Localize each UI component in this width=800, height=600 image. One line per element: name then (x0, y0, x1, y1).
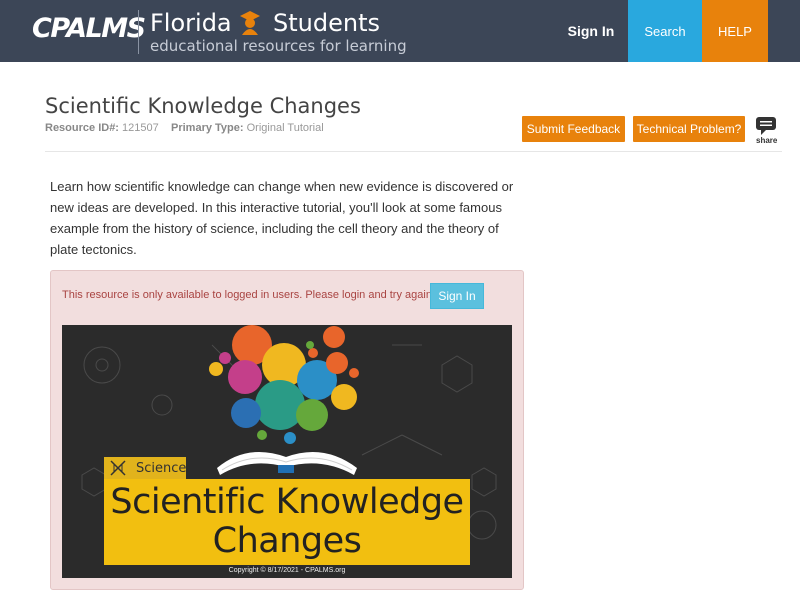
title-divider (45, 151, 782, 152)
nav-signin-link[interactable]: Sign In (555, 0, 627, 62)
tutorial-banner-image: Science Scientific Knowledge Changes Cop… (62, 325, 512, 578)
science-tag-label: Science (136, 460, 187, 476)
banner-title-line1: Scientific Knowledge (110, 482, 464, 522)
resource-id-value: 121507 (122, 122, 159, 134)
panel-signin-button[interactable]: Sign In (430, 283, 484, 309)
banner-title-box: Scientific Knowledge Changes (104, 479, 470, 565)
science-tag: Science (104, 457, 186, 479)
nav-help-button[interactable]: HELP (702, 0, 768, 62)
resource-description: Learn how scientific knowledge can chang… (50, 179, 514, 257)
primary-type-value: Original Tutorial (246, 122, 324, 134)
resource-id-label: Resource ID#: (45, 122, 119, 134)
resource-meta: Resource ID#: 121507 Primary Type: Origi… (45, 122, 324, 134)
brand-subtitle: educational resources for learning (150, 37, 407, 55)
technical-problem-button[interactable]: Technical Problem? (633, 116, 745, 142)
header-divider (138, 10, 139, 54)
banner-copyright: Copyright © 8/17/2021 - CPALMS.org (228, 567, 346, 574)
cpalms-logo[interactable]: CPALMS (32, 13, 146, 44)
graduate-icon (240, 11, 260, 35)
primary-type-label: Primary Type: (171, 122, 244, 134)
login-required-message: This resource is only available to logge… (62, 289, 435, 301)
page-title: Scientific Knowledge Changes (45, 94, 361, 118)
brand-state: Florida (150, 9, 232, 37)
submit-feedback-button[interactable]: Submit Feedback (522, 116, 625, 142)
nav-search-button[interactable]: Search (628, 0, 702, 62)
banner-title-line2: Changes (212, 521, 362, 561)
brand-audience: Students (273, 9, 380, 37)
dna-icon (110, 460, 126, 476)
share-label[interactable]: share (756, 136, 777, 145)
